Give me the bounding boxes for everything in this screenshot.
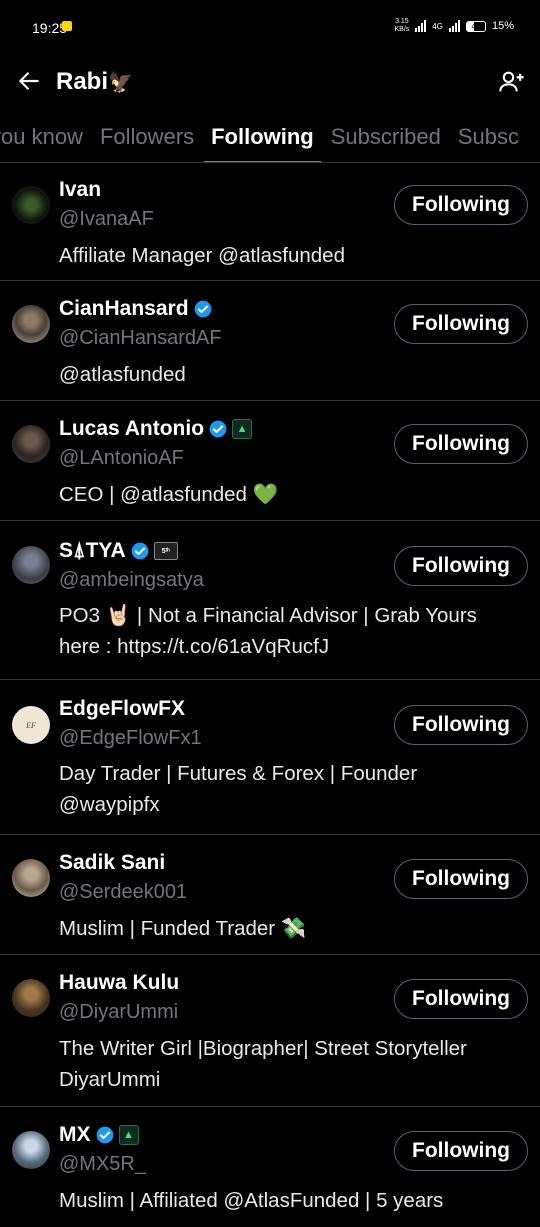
sim-notification-icon [62,21,72,31]
following-button[interactable]: Following [394,546,528,586]
avatar[interactable] [12,1131,50,1169]
affiliate-logo-icon: 5ᵗʰ [153,542,178,560]
following-button[interactable]: Following [394,304,528,344]
status-bar: 19:25 3.15 KB/s 4G 42 15% [0,0,540,56]
tab-you-know[interactable]: you know [0,124,83,150]
following-button[interactable]: Following [394,1131,528,1171]
tab-bar: you know Followers Following Subscribed … [0,112,540,163]
user-name: Hauwa Kulu [59,971,180,994]
tab-subscriptions[interactable]: Subsc [458,124,519,150]
following-button[interactable]: Following [394,979,528,1019]
user-handle: @IvanaAF [59,208,154,230]
user-row-cianhansard[interactable]: CianHansard @CianHansardAF @atlasfunded … [0,281,540,401]
affiliate-badge-icon: ▲ [232,419,253,439]
following-button[interactable]: Following [394,185,528,225]
user-row-sadik-sani[interactable]: Sadik Sani @Serdeek001 Muslim | Funded T… [0,835,540,955]
avatar[interactable] [12,859,50,897]
user-name: MX ▲ [59,1123,139,1147]
eagle-emoji: 🦅 [108,72,133,94]
user-row-edgeflowfx[interactable]: EF EdgeFlowFX @EdgeFlowFx1 Day Trader | … [0,680,540,835]
user-row-hauwa-kulu[interactable]: Hauwa Kulu @DiyarUmmi The Writer Girl |B… [0,955,540,1107]
network-type: 4G [432,21,443,31]
avatar[interactable] [12,546,50,584]
battery-text: 15% [491,20,514,32]
user-handle: @EdgeFlowFx1 [59,727,202,749]
following-list: Ivan @IvanaAF Affiliate Manager @atlasfu… [0,162,540,1227]
avatar[interactable] [12,305,50,343]
user-row-ivan[interactable]: Ivan @IvanaAF Affiliate Manager @atlasfu… [0,162,540,281]
avatar[interactable] [12,425,50,463]
verified-badge-icon [96,1126,113,1144]
signal-icon [415,20,427,32]
user-bio: Muslim | Affiliated @AtlasFunded | 5 yea… [59,1189,444,1212]
following-button[interactable]: Following [394,859,528,899]
tab-following[interactable]: Following [203,124,322,162]
user-bio: CEO | @atlasfunded 💚 [59,483,279,506]
tab-subscribed[interactable]: Subscribed [331,124,441,150]
avatar[interactable]: EF [12,706,50,744]
following-button[interactable]: Following [394,424,528,464]
user-bio: The Writer Girl |Biographer| Street Stor… [59,1037,467,1091]
user-name: EdgeFlowFX [59,697,185,720]
user-name: CianHansard [59,297,213,321]
user-bio: @atlasfunded [59,363,186,386]
status-icons: 3.15 KB/s 4G 42 15% [395,18,515,34]
signal-icon-2 [448,20,460,32]
user-handle: @ambeingsatya [59,569,204,591]
back-arrow-icon[interactable] [16,68,42,94]
user-handle: @MX5R_ [59,1153,146,1175]
data-rate: 3.15 KB/s [394,18,410,33]
user-name: S⍋TYA 5ᵗʰ [59,539,178,563]
user-bio: Muslim | Funded Trader 💸 [59,917,307,940]
user-row-lucas-antonio[interactable]: Lucas Antonio ▲ @LAntonioAF CEO | @atlas… [0,401,540,521]
verified-badge-icon [209,420,227,438]
verified-badge-icon [131,542,149,560]
user-name: Lucas Antonio ▲ [59,417,253,441]
following-button[interactable]: Following [394,705,528,745]
user-row-satya[interactable]: S⍋TYA 5ᵗʰ @ambeingsatya PO3 🤘🏻 | Not a F… [0,521,540,680]
user-row-mx[interactable]: MX ▲ @MX5R_ Muslim | Affiliated @AtlasFu… [0,1107,540,1227]
user-bio: Affiliate Manager @atlasfunded [59,244,345,267]
user-handle: @DiyarUmmi [59,1001,179,1023]
affiliate-badge-icon: ▲ [118,1125,139,1145]
user-name: Sadik Sani [59,851,166,874]
edgeflow-logo-icon: EF [26,720,36,730]
tab-followers[interactable]: Followers [100,124,194,150]
page-title: Rabi🦅 [56,68,133,95]
user-bio: Day Trader | Futures & Forex | Founder @w… [59,762,418,816]
user-name: Ivan [59,178,102,201]
user-handle: @Serdeek001 [59,881,188,903]
profile-header: Rabi🦅 [0,56,540,110]
verified-badge-icon [194,300,211,318]
avatar[interactable] [12,979,50,1017]
battery-icon: 42 [465,20,486,32]
user-bio: PO3 🤘🏻 | Not a Financial Advisor | Grab … [59,604,477,658]
user-handle: @CianHansardAF [59,327,222,349]
avatar[interactable] [12,186,50,224]
user-handle: @LAntonioAF [59,447,184,469]
add-user-icon[interactable] [498,68,526,96]
